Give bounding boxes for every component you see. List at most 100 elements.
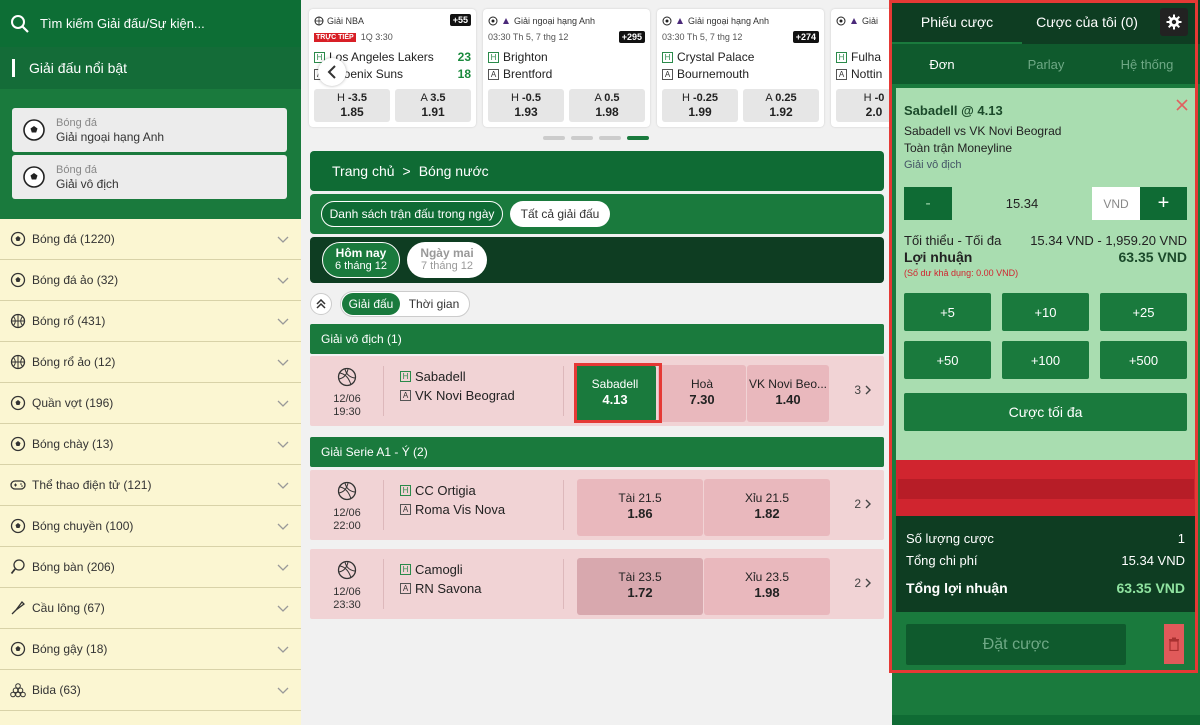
more-markets-button[interactable]: 2 [854,576,872,590]
quick-stake-button[interactable]: +25 [1100,293,1187,331]
league-name: Giải ngoại hạng Anh [514,16,596,26]
odds-cell[interactable]: Sabadell 4.13 [574,365,656,422]
sidebar-item-sport[interactable]: Quần vợt (196) [0,383,301,424]
league-header[interactable]: Giải vô địch (1) [310,324,884,354]
sidebar-item-sport[interactable]: Bóng đá ảo (32) [0,260,301,301]
odds-cell[interactable]: Hoà 7.30 [658,365,746,422]
collapse-all-button[interactable] [310,293,332,315]
summary-profit-row: Tổng lợi nhuận 63.35 VND [906,580,1185,596]
featured-match-card[interactable]: Giải ngoại hạng Anh 03:30 Th 5, 7 thg 12… [483,9,650,127]
filter-bar: Danh sách trận đấu trong ngày Tất cả giả… [310,194,884,234]
place-bet-button[interactable]: Đặt cược [906,624,1126,665]
away-team[interactable]: A RN Savona [400,580,481,596]
day-tomorrow-tab[interactable]: Ngày mai 7 tháng 12 [407,242,487,278]
carousel-dot[interactable] [543,136,565,140]
match-row: 12/06 19:30 H Sabadell A VK Novi Beograd Sa… [310,356,884,426]
sidebar-item-sport[interactable]: Bóng chuyền (100) [0,506,301,547]
clear-betslip-button[interactable] [1164,624,1184,664]
settings-button[interactable] [1160,8,1188,36]
more-markets-button[interactable]: 2 [854,497,872,511]
sidebar-item-sport[interactable]: Bóng rổ ảo (12) [0,342,301,383]
odds-button[interactable]: H -0 2.0 [836,89,893,122]
day-label: Ngày mai [420,246,474,260]
quick-stake-button[interactable]: +100 [1002,341,1089,379]
home-badge: H [662,51,673,63]
increase-stake-button[interactable]: + [1140,187,1187,220]
quick-stake-button[interactable]: +500 [1100,341,1187,379]
featured-item-epl[interactable]: Bóng đá Giải ngoại hạng Anh [12,108,287,152]
tab-parlay[interactable]: Parlay [996,44,1096,84]
tab-single[interactable]: Đơn [892,44,992,84]
odds-button[interactable]: H -3.5 1.85 [314,89,390,122]
sidebar-item-sport[interactable]: Bóng gậy (18) [0,629,301,670]
home-team[interactable]: H Sabadell [400,368,466,384]
odds-side: H [511,92,519,104]
chevron-down-icon [277,359,289,366]
sort-by-league[interactable]: Giải đấu [342,293,400,315]
match-date: 12/06 [333,586,361,598]
odds-button[interactable]: A 0.25 1.92 [743,89,819,122]
odds-button[interactable]: A 0.5 1.98 [569,89,645,122]
odds-cell[interactable]: Xỉu 21.5 1.82 [704,479,830,536]
away-team[interactable]: A VK Novi Beograd [400,387,515,403]
featured-match-card[interactable]: Giải ngoại hạng Anh 03:30 Th 5, 7 thg 12… [657,9,824,127]
featured-header: Giải đấu nổi bật [0,47,301,89]
odds-cell[interactable]: Tài 23.5 1.72 [577,558,703,615]
betslip-tabs: Phiếu cược Cược của tôi (0) [892,0,1200,44]
sidebar-item-sport[interactable]: Bóng bàn (206) [0,547,301,588]
max-bet-button[interactable]: Cược tối đa [904,393,1187,431]
odds-button[interactable]: A 3.5 1.91 [395,89,471,122]
sidebar-item-sport[interactable]: Bóng chày (13) [0,424,301,465]
sidebar-item-label: Quần vợt (196) [32,396,114,410]
odds-cell[interactable]: Tài 21.5 1.86 [577,479,703,536]
carousel-dot[interactable] [571,136,593,140]
home-team[interactable]: H Camogli [400,561,463,577]
match-datetime: 12/06 19:30 [320,393,374,419]
odds-handicap: 0.25 [775,92,797,104]
all-leagues-filter[interactable]: Tất cả giải đấu [510,201,610,227]
stake-input[interactable]: 15.34 [952,187,1092,220]
odds-cell[interactable]: VK Novi Beo... 1.40 [747,365,829,422]
carousel-dot[interactable] [599,136,621,140]
featured-match-card[interactable]: Giải H Fulha A Nottin H -0 2.0 [831,9,893,127]
odds-price: 1.93 [514,105,538,119]
sort-by-time[interactable]: Thời gian [403,293,465,315]
soccer-icon [10,231,26,247]
quick-stake-button[interactable]: +5 [904,293,991,331]
decrease-stake-button[interactable]: - [904,187,952,220]
card-subheader [836,31,888,43]
home-team: H Crystal Palace [662,49,819,65]
sidebar-item-sport[interactable]: Bóng đá (1220) [0,219,301,260]
sidebar-item-sport[interactable]: Bóng rổ (431) [0,301,301,342]
team-name: Brighton [503,50,548,64]
tab-my-bets[interactable]: Cược của tôi (0) [1022,0,1152,44]
more-markets-button[interactable]: 3 [854,383,872,397]
sidebar-item-sport[interactable]: Bida (63) [0,670,301,711]
match-date: 12/06 [333,507,361,519]
carousel-prev-button[interactable] [318,58,346,86]
home-team[interactable]: H CC Ortigia [400,482,476,498]
carousel-dot-active[interactable] [627,136,649,140]
quick-stake-button[interactable]: +10 [1002,293,1089,331]
away-badge: A [400,389,411,401]
breadcrumb-home[interactable]: Trang chủ [332,163,395,179]
sidebar-item-sport[interactable]: Cầu lông (67) [0,588,301,629]
odds-price: 1.98 [595,105,619,119]
featured-item-championship[interactable]: Bóng đá Giải vô địch [12,155,287,199]
league-header[interactable]: Giải Serie A1 - Ý (2) [310,437,884,467]
tab-betslip[interactable]: Phiếu cược [892,0,1022,44]
day-today-tab[interactable]: Hôm nay 6 tháng 12 [322,242,400,278]
soccer-icon [662,16,672,26]
odds-button[interactable]: H -0.25 1.99 [662,89,738,122]
search-input[interactable]: Tìm kiếm Giải đấu/Sự kiện... [40,16,205,31]
odds-button[interactable]: H -0.5 1.93 [488,89,564,122]
chevron-down-icon [277,687,289,694]
quick-stake-button[interactable]: +50 [904,341,991,379]
tab-system[interactable]: Hệ thống [1097,44,1197,84]
close-icon[interactable] [1175,98,1189,112]
search-bar[interactable]: Tìm kiếm Giải đấu/Sự kiện... [0,0,301,47]
today-matches-filter[interactable]: Danh sách trận đấu trong ngày [321,201,503,227]
away-team[interactable]: A Roma Vis Nova [400,501,505,517]
sidebar-item-sport[interactable]: Thể thao điện tử (121) [0,465,301,506]
odds-cell[interactable]: Xỉu 23.5 1.98 [704,558,830,615]
